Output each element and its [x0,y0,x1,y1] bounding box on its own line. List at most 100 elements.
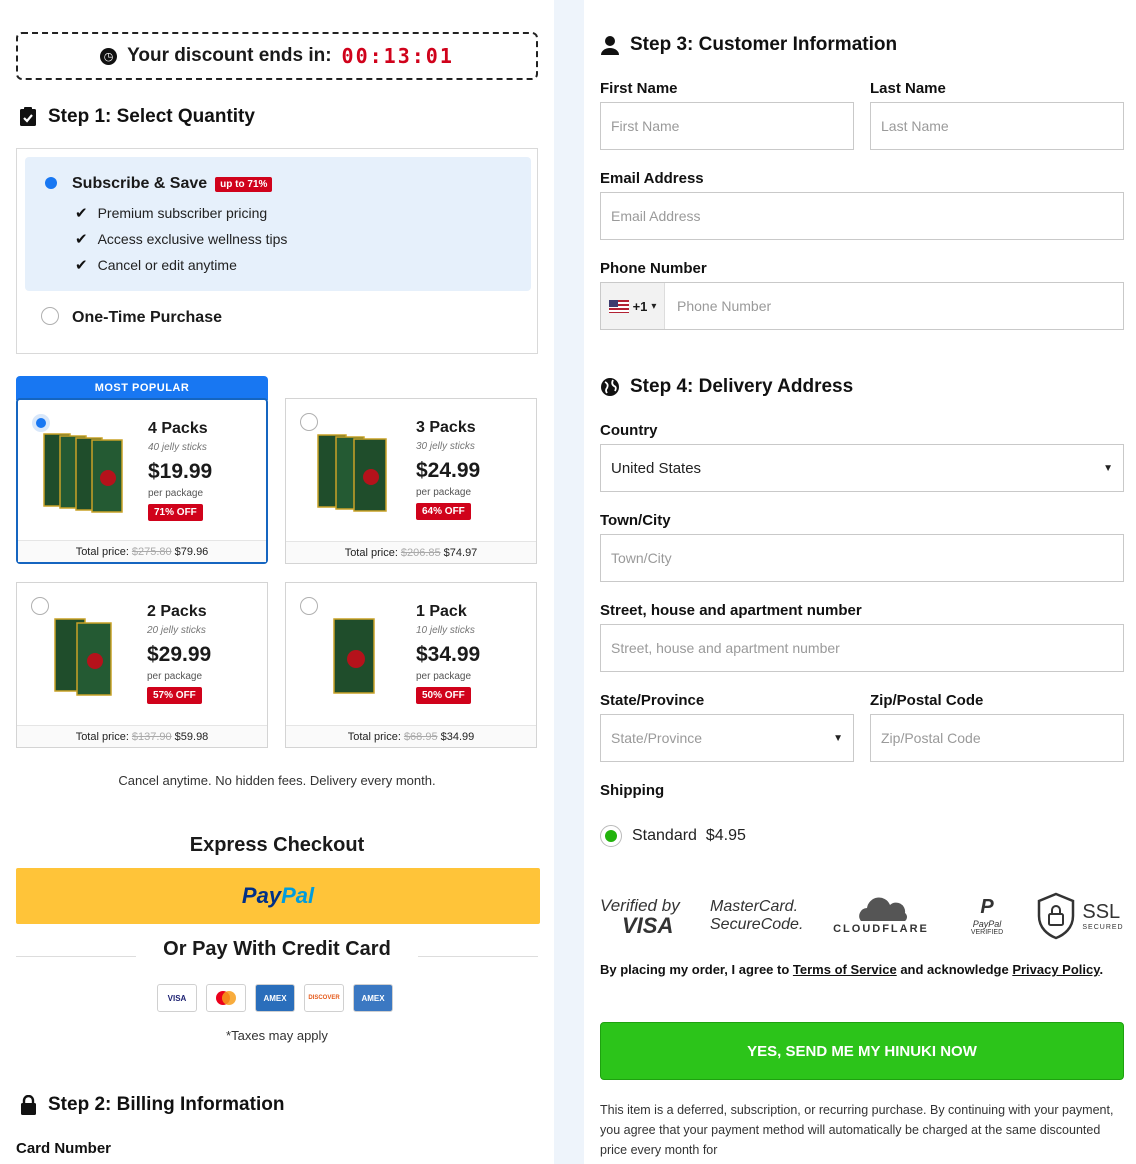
zip-input[interactable] [870,714,1124,762]
chevron-down-icon: ▼ [1103,462,1113,474]
product-image [333,618,375,694]
pack-discount-badge: 50% OFF [416,687,471,704]
pack-sub: 10 jelly sticks [416,625,475,636]
chevron-down-icon: ▼ [833,732,843,744]
product-image [317,434,387,512]
pack-discount-badge: 57% OFF [147,687,202,704]
pack-option-3[interactable]: 3 Packs 30 jelly sticks $24.99 per packa… [285,398,537,564]
subscribe-option[interactable]: Subscribe & Save up to 71% ✔ Premium sub… [25,157,531,291]
subscribe-radio[interactable] [45,177,57,189]
discover-card-icon: DISCOVER [304,984,344,1012]
cloudflare-logo: CLOUDFLARE [826,890,936,942]
chevron-down-icon: ▾ [651,300,657,312]
clipboard-check-icon [18,107,38,127]
street-input[interactable] [600,624,1124,672]
email-input[interactable] [600,192,1124,240]
mastercard-securecode-logo: MasterCard. SecureCode. [710,898,804,933]
town-input[interactable] [600,534,1124,582]
product-image [54,618,112,696]
zip-label: Zip/Postal Code [870,692,984,709]
check-icon: ✔ [75,231,88,248]
town-label: Town/City [600,512,671,529]
state-label: State/Province [600,692,705,709]
pack-per: per package [147,671,203,682]
pack-option-1[interactable]: 1 Pack 10 jelly sticks $34.99 per packag… [285,582,537,748]
state-select[interactable]: State/Province ▼ [600,714,854,762]
step3-title: Step 3: Customer Information [600,34,897,56]
shipping-label: Shipping [600,782,665,799]
terms-of-service-link[interactable]: Terms of Service [793,962,897,977]
ssl-secured-logo: SSL SECURED [1034,890,1126,942]
pack-option-2[interactable]: 2 Packs 20 jelly sticks $29.99 per packa… [16,582,268,748]
last-name-input[interactable] [870,102,1124,150]
discount-timer: ◷ Your discount ends in: 00:13:01 [16,32,538,80]
one-time-label[interactable]: One-Time Purchase [72,309,222,327]
one-time-radio[interactable] [41,307,59,325]
clock-icon: ◷ [100,47,118,65]
subscription-disclaimer: This item is a deferred, subscription, o… [600,1103,1114,1157]
pack-option-4[interactable]: 4 Packs 40 jelly sticks $19.99 per packa… [16,398,268,564]
purchase-type-box: Subscribe & Save up to 71% ✔ Premium sub… [16,148,538,354]
shipping-radio[interactable] [600,825,622,847]
place-order-button[interactable]: YES, SEND ME MY HINUKI NOW [600,1022,1124,1080]
globe-icon [600,377,620,397]
most-popular-banner: MOST POPULAR [16,376,268,400]
email-label: Email Address [600,170,704,187]
timer-value: 00:13:01 [341,44,454,68]
pack-sub: 30 jelly sticks [416,441,475,452]
privacy-policy-link[interactable]: Privacy Policy [1012,962,1099,977]
pack-total: Total price: $275.80 $79.96 [18,540,266,562]
column-divider [554,0,584,1164]
pack-total: Total price: $206.85 $74.97 [286,541,536,563]
pack-discount-badge: 71% OFF [148,504,203,521]
lock-icon [18,1095,38,1115]
amex-card-icon: AMEX [255,984,295,1012]
subscribe-badge: up to 71% [215,176,273,192]
credit-card-title: Or Pay With Credit Card [16,938,538,961]
paypal-verified-logo: P PayPal VERIFIED [970,896,1004,936]
pack-name: 1 Pack [416,603,467,620]
check-icon: ✔ [75,205,88,222]
street-label: Street, house and apartment number [600,602,862,619]
pack-total: Total price: $137.90 $59.98 [17,725,267,747]
amex-blue-card-icon: AMEX [353,984,393,1012]
step2-title: Step 2: Billing Information [18,1094,284,1116]
check-icon: ✔ [75,257,88,274]
user-icon [600,35,620,55]
pack-per: per package [416,487,472,498]
mastercard-icon [206,984,246,1012]
pack-sub: 40 jelly sticks [148,442,207,453]
legal-text: By placing my order, I agree to Terms of… [600,962,1104,977]
subscribe-label: Subscribe & Save [72,175,208,192]
last-name-label: Last Name [870,80,946,97]
card-logos: VISA AMEX DISCOVER AMEX [157,984,393,1012]
pack-per: per package [148,488,204,499]
first-name-label: First Name [600,80,678,97]
phone-label: Phone Number [600,260,707,277]
pack-name: 3 Packs [416,419,476,436]
pack-name: 4 Packs [148,420,208,437]
step4-title: Step 4: Delivery Address [600,376,853,398]
pack-price: $24.99 [416,459,481,482]
shipping-option[interactable]: Standard $4.95 [632,827,746,845]
pack-note: Cancel anytime. No hidden fees. Delivery… [118,773,436,788]
phone-input[interactable] [600,282,1124,330]
country-code-selector[interactable]: +1 ▾ [601,283,665,329]
verified-by-visa-logo: Verified by VISA [600,896,680,938]
visa-card-icon: VISA [157,984,197,1012]
us-flag-icon [608,299,629,313]
timer-label: Your discount ends in: [127,45,332,66]
first-name-input[interactable] [600,102,854,150]
express-checkout-title: Express Checkout [189,834,365,856]
product-image [43,433,123,513]
pack-discount-badge: 64% OFF [416,503,471,520]
pack-sub: 20 jelly sticks [147,625,206,636]
country-select[interactable]: United States ▼ [600,444,1124,492]
shield-lock-icon [1038,892,1075,940]
taxes-note: *Taxes may apply [226,1028,328,1043]
benefit-item: ✔ Cancel or edit anytime [75,257,237,274]
pack-per: per package [416,671,472,682]
paypal-p-icon: P [980,896,994,918]
paypal-button[interactable]: Pay Pal [16,868,540,924]
benefit-item: ✔ Access exclusive wellness tips [75,231,288,248]
